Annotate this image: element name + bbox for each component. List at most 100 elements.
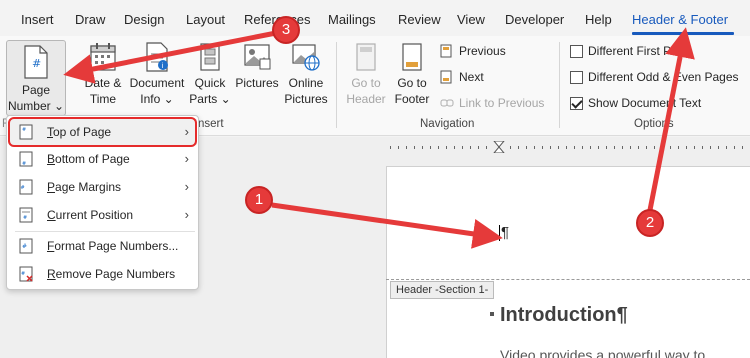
tab-layout[interactable]: Layout <box>186 12 225 27</box>
go-to-footer-label-line2: Footer <box>394 92 430 106</box>
tab-help[interactable]: Help <box>585 12 612 27</box>
page-number-label-line2: Number ⌄ <box>7 99 65 113</box>
bottom-of-page-label: Bottom of Page <box>47 152 130 166</box>
quick-parts-button[interactable]: Quick Parts ⌄ <box>188 42 232 107</box>
link-to-previous-button[interactable]: Link to Previous <box>440 96 544 110</box>
go-to-header-icon <box>356 43 376 71</box>
page-margins-label: Page Margins <box>47 180 122 194</box>
annotation-badge-2: 2 <box>636 209 664 237</box>
document-info-icon: i <box>146 42 168 72</box>
bottom-of-page-icon: # <box>19 151 33 167</box>
next-button[interactable]: Next <box>440 70 484 84</box>
insert-group-label: nsert <box>198 118 224 130</box>
page-number-label-line1: Page <box>21 83 51 97</box>
tab-view[interactable]: View <box>457 12 485 27</box>
pictures-button[interactable]: Pictures <box>233 42 281 91</box>
page-margins-icon: # <box>19 179 33 195</box>
pictures-icon <box>244 44 271 70</box>
submenu-arrow-icon: › <box>184 151 189 166</box>
ribbon-tab-bar: Insert Draw Design Layout References Mai… <box>0 0 750 40</box>
document-heading: Introduction¶ <box>500 304 628 326</box>
quick-parts-icon <box>200 43 220 71</box>
document-info-label-line1: Document <box>129 76 185 90</box>
document-page[interactable] <box>386 166 750 358</box>
tab-developer[interactable]: Developer <box>505 12 564 27</box>
date-time-button[interactable]: Date & Time <box>78 42 128 107</box>
current-position-icon: # <box>19 207 33 223</box>
different-odd-even-option[interactable]: Different Odd & Even Pages <box>570 70 739 84</box>
tab-review[interactable]: Review <box>398 12 441 27</box>
tab-header-footer[interactable]: Header & Footer <box>632 12 728 27</box>
go-to-footer-button[interactable]: Go to Footer <box>390 42 434 107</box>
svg-text:#: # <box>22 243 27 250</box>
menu-item-current-position[interactable]: # Current Position › <box>9 202 197 228</box>
pictures-label: Pictures <box>235 76 279 90</box>
different-first-page-option[interactable]: Different First Page <box>570 44 691 58</box>
document-info-button[interactable]: i Document Info ⌄ <box>128 42 186 107</box>
different-odd-even-label: Different Odd & Even Pages <box>588 70 739 84</box>
annotation-badge-1: 1 <box>245 186 273 214</box>
next-label: Next <box>459 70 484 84</box>
heading-bullet-mark <box>490 312 494 316</box>
page-number-icon: # <box>24 45 48 79</box>
different-first-page-label: Different First Page <box>588 44 692 58</box>
online-pictures-button[interactable]: Online Pictures <box>282 42 330 107</box>
show-document-text-checkbox[interactable] <box>570 96 583 110</box>
go-to-header-label-line2: Header <box>346 92 386 106</box>
previous-button[interactable]: Previous <box>440 44 506 58</box>
document-body-text: Video provides a powerful way to <box>500 347 706 358</box>
remove-page-numbers-icon: # <box>19 266 33 282</box>
text-cursor <box>499 225 500 241</box>
different-odd-even-checkbox[interactable] <box>570 70 583 84</box>
previous-label: Previous <box>459 44 506 58</box>
online-pictures-label-line2: Pictures <box>284 92 328 106</box>
go-to-header-button[interactable]: Go to Header <box>344 42 388 107</box>
navigation-group-label: Navigation <box>420 118 475 130</box>
link-icon <box>440 99 454 107</box>
menu-item-remove-page-numbers[interactable]: # Remove Page Numbers <box>9 261 197 287</box>
go-to-header-label-line1: Go to <box>351 76 381 90</box>
format-page-numbers-label: Format Page Numbers... <box>47 239 179 253</box>
online-pictures-label-line1: Online <box>288 76 324 90</box>
online-pictures-icon <box>292 44 320 71</box>
annotation-badge-3: 3 <box>272 16 300 44</box>
header-section-tag: Header -Section 1- <box>390 281 495 299</box>
show-document-text-option[interactable]: Show Document Text <box>570 96 701 110</box>
menu-separator <box>15 231 195 232</box>
menu-item-page-margins[interactable]: # Page Margins › <box>9 174 197 200</box>
tab-design[interactable]: Design <box>124 12 164 27</box>
page-number-button[interactable]: # Page Number ⌄ <box>6 40 66 116</box>
go-to-footer-label-line1: Go to <box>397 76 427 90</box>
submenu-arrow-icon: › <box>184 207 189 222</box>
svg-text:#: # <box>23 215 27 221</box>
different-first-page-checkbox[interactable] <box>570 44 583 58</box>
quick-parts-label-line2: Parts ⌄ <box>189 92 231 106</box>
svg-text:i: i <box>162 62 164 70</box>
link-to-previous-label: Link to Previous <box>459 96 545 110</box>
menu-item-bottom-of-page[interactable]: # Bottom of Page › <box>9 146 197 172</box>
quick-parts-label-line1: Quick <box>194 76 226 90</box>
date-time-label-line1: Date & <box>84 76 122 90</box>
current-position-label: Current Position <box>47 208 134 222</box>
paragraph-mark: ¶ <box>501 224 510 241</box>
go-to-footer-icon <box>402 43 422 71</box>
tab-mailings[interactable]: Mailings <box>328 12 376 27</box>
previous-icon <box>440 44 452 58</box>
document-info-label-line2: Info ⌄ <box>140 92 174 106</box>
submenu-arrow-icon: › <box>184 179 189 194</box>
horizontal-ruler <box>390 141 743 153</box>
tab-insert[interactable]: Insert <box>21 12 54 27</box>
format-page-numbers-icon: # <box>19 238 33 254</box>
svg-text:#: # <box>22 161 26 167</box>
svg-text:#: # <box>32 57 41 70</box>
calendar-icon <box>90 43 116 71</box>
menu-item-format-page-numbers[interactable]: # Format Page Numbers... <box>9 233 197 259</box>
show-document-text-label: Show Document Text <box>588 96 702 110</box>
tab-draw[interactable]: Draw <box>75 12 105 27</box>
top-of-page-highlight-box <box>8 117 197 147</box>
header-boundary-line <box>386 279 750 280</box>
svg-text:#: # <box>21 185 25 191</box>
remove-page-numbers-label: Remove Page Numbers <box>47 267 176 281</box>
active-tab-indicator <box>632 32 734 35</box>
ribbon-separator <box>336 42 337 128</box>
